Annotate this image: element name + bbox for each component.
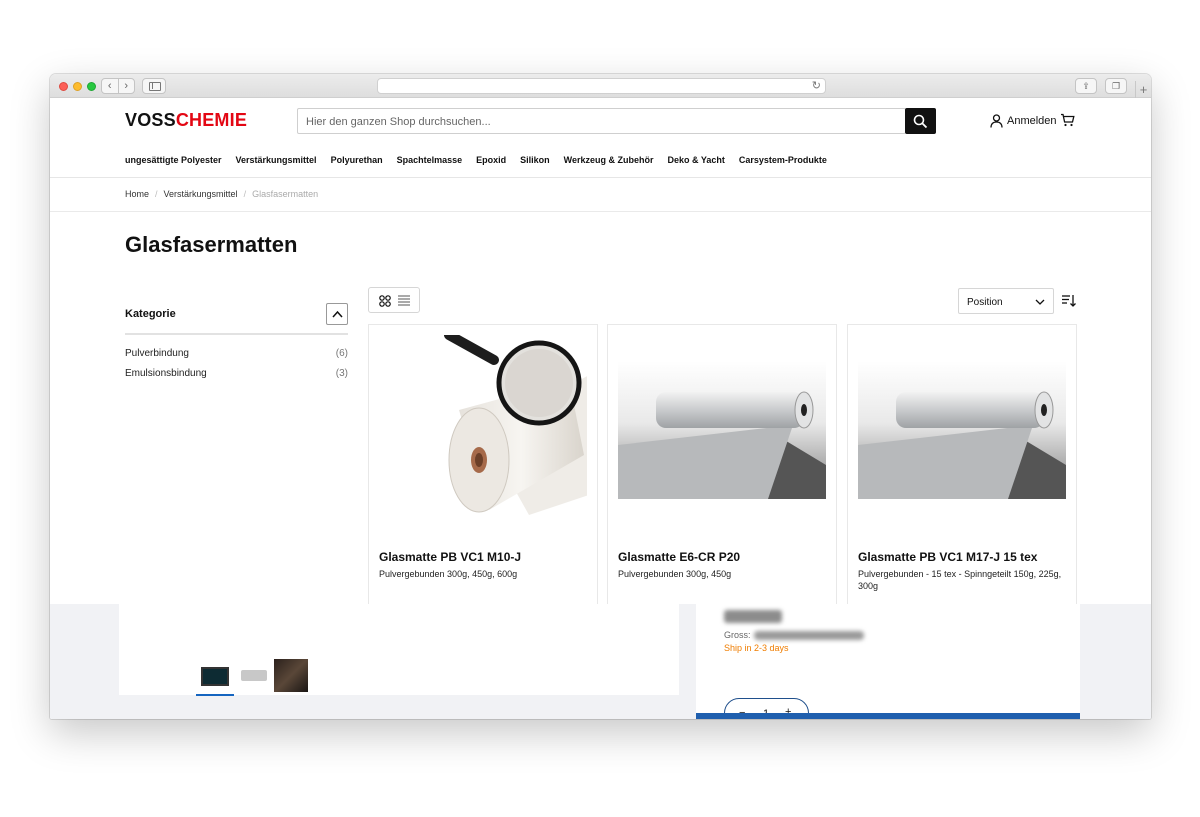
filter-title: Kategorie [125,308,176,320]
product-card[interactable]: Glasmatte PB VC1 M17-J 15 tex Pulvergebu… [847,324,1077,606]
cart-button[interactable] [1060,113,1075,132]
page-title: Glasfasermatten [125,232,298,257]
breadcrumb-home[interactable]: Home [125,189,149,199]
new-tab-icon[interactable]: + [1135,81,1151,98]
product-image[interactable] [618,335,826,515]
sidebar-toggle-icon[interactable] [142,78,166,94]
nav-item-carsystem[interactable]: Carsystem-Produkte [739,155,827,165]
browser-toolbar: ‹ › ↻ ⇪ ❐ + [50,74,1151,98]
main-navigation: ungesättigte Polyester Verstärkungsmitte… [125,155,827,165]
zoom-window-button[interactable] [87,82,96,91]
logo-chemie: CHEMIE [175,110,248,130]
product-image[interactable] [858,335,1066,515]
history-nav: ‹ › [101,78,135,94]
forward-icon[interactable]: › [119,79,135,93]
nav-item-werkzeug[interactable]: Werkzeug & Zubehör [564,155,654,165]
login-label: Anmelden [1007,115,1057,127]
chevron-up-icon [332,310,343,318]
site-logo[interactable]: VOSSCHEMIE [125,110,247,131]
tabs-overview-icon[interactable]: ❐ [1105,78,1127,94]
gross-label: Gross: [724,630,751,640]
minimize-window-button[interactable] [73,82,82,91]
product-buy-box: Gross: Ship in 2-3 days − 1 + [696,604,1080,719]
nav-item-polyurethan[interactable]: Polyurethan [331,155,383,165]
breadcrumb-separator: / [155,189,158,199]
user-icon [990,114,1003,128]
filter-divider [125,333,348,335]
nav-item-polyester[interactable]: ungesättigte Polyester [125,155,222,165]
breadcrumb-separator: / [243,189,247,199]
login-link[interactable]: Anmelden [990,114,1057,128]
gallery-thumbnail[interactable] [274,659,308,692]
product-description: Pulvergebunden - 15 tex - Spinngeteilt 1… [858,569,1062,591]
share-icon[interactable]: ⇪ [1075,78,1097,94]
shipping-info: Ship in 2-3 days [724,643,789,653]
list-view-icon[interactable] [398,295,410,306]
web-page: VOSSCHEMIE Hier den ganzen Shop durchsuc… [50,98,1151,719]
product-card[interactable]: Glasmatte E6-CR P20 Pulvergebunden 300g,… [607,324,837,606]
filter-option-label: Emulsionsbindung [125,368,207,379]
product-description: Pulvergebunden 300g, 450g [618,569,732,579]
price-blurred [724,610,782,623]
reload-icon[interactable]: ↻ [812,79,821,94]
sort-select[interactable]: Position [958,288,1054,314]
product-card[interactable]: Glasmatte PB VC1 M10-J Pulvergebunden 30… [368,324,598,606]
address-bar[interactable]: ↻ [377,78,826,94]
sort-select-value: Position [967,297,1003,308]
filter-option-emulsionsbindung[interactable]: Emulsionsbindung (3) [125,368,348,379]
filter-option-count: (6) [335,348,348,359]
search-input[interactable]: Hier den ganzen Shop durchsuchen... [297,108,906,134]
breadcrumb-divider [50,211,1151,212]
sort-direction-icon[interactable] [1062,294,1076,307]
nav-item-epoxid[interactable]: Epoxid [476,155,506,165]
glass-mat-roll-magnifier-image [444,335,587,515]
gallery-thumbnail[interactable] [196,659,234,696]
view-mode-switcher [368,287,420,313]
glass-mat-roll-image [618,361,826,499]
gallery-thumbnail[interactable] [237,659,271,692]
search-placeholder: Hier den ganzen Shop durchsuchen... [306,116,491,128]
product-name[interactable]: Glasmatte E6-CR P20 [618,550,740,564]
product-image[interactable] [379,335,587,515]
nav-item-deko-yacht[interactable]: Deko & Yacht [668,155,725,165]
product-detail-overlay: ⤢ Gross: Ship in 2-3 days − 1 + [50,604,1151,719]
chevron-down-icon [1035,299,1045,305]
search-button[interactable] [905,108,936,134]
nav-item-spachtelmasse[interactable]: Spachtelmasse [397,155,463,165]
close-window-button[interactable] [59,82,68,91]
back-icon[interactable]: ‹ [102,79,119,93]
filter-collapse-button[interactable] [326,303,348,325]
product-name[interactable]: Glasmatte PB VC1 M10-J [379,550,521,564]
breadcrumb: Home / Verstärkungsmittel / Glasfasermat… [125,189,318,199]
gross-value-blurred [754,631,864,640]
nav-item-verstaerkungsmittel[interactable]: Verstärkungsmittel [236,155,317,165]
add-to-cart-bar[interactable] [696,713,1080,719]
filter-option-count: (3) [335,368,348,379]
product-name[interactable]: Glasmatte PB VC1 M17-J 15 tex [858,550,1037,564]
product-description: Pulvergebunden 300g, 450g, 600g [379,569,518,579]
glass-mat-roll-image [858,361,1066,499]
filter-option-pulverbindung[interactable]: Pulverbindung (6) [125,348,348,359]
grid-view-icon[interactable] [379,295,391,307]
breadcrumb-current: Glasfasermatten [252,189,319,199]
search-icon [913,114,928,129]
filter-option-label: Pulverbindung [125,348,189,359]
product-gallery: ⤢ [119,604,728,696]
nav-item-silikon[interactable]: Silikon [520,155,550,165]
browser-window: ‹ › ↻ ⇪ ❐ + VOSSCHEMIE Hier den ganzen S… [50,74,1151,719]
header-divider [50,177,1151,178]
logo-voss: VOSS [125,110,176,130]
cart-icon [1061,113,1075,127]
breadcrumb-parent[interactable]: Verstärkungsmittel [164,189,238,199]
